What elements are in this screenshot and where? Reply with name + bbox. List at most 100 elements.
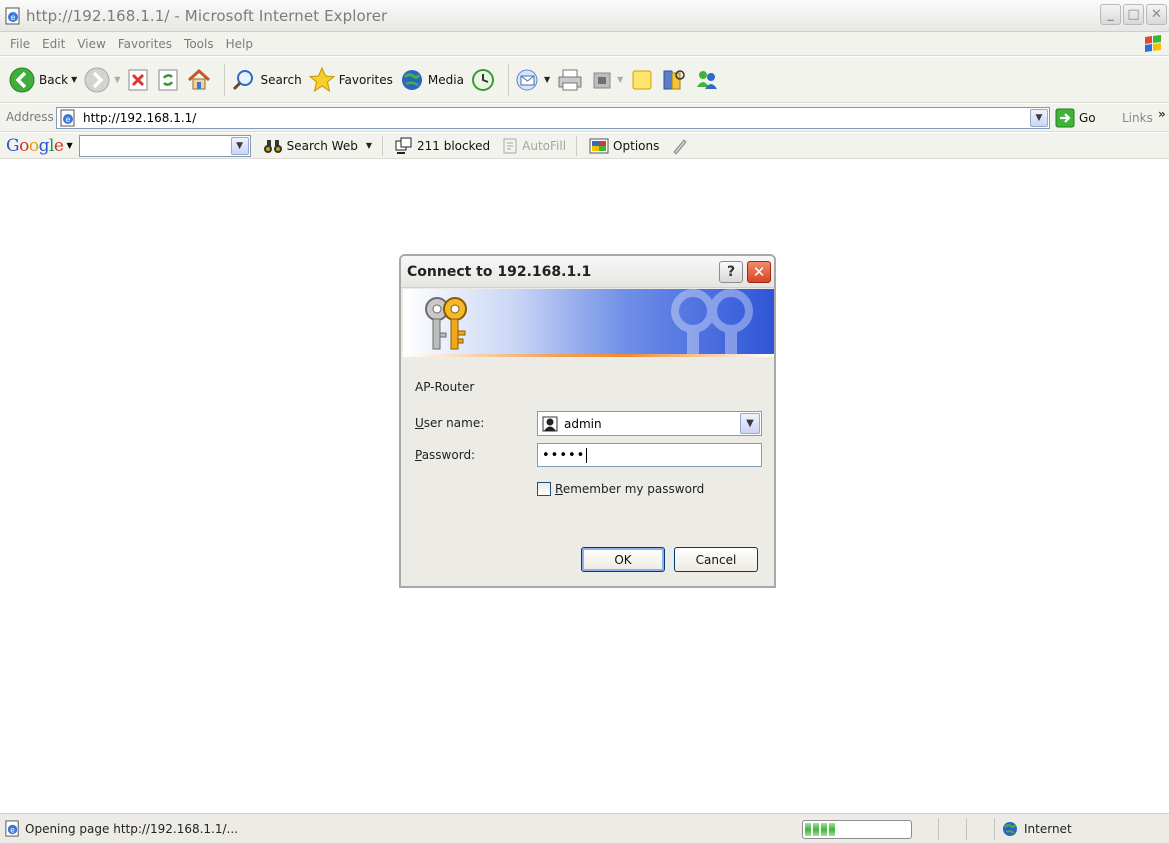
status-separator [938,818,939,840]
go-button[interactable]: Go [1055,108,1096,128]
back-arrow-icon [9,67,35,92]
dialog-title-bar: Connect to 192.168.1.1 ? ✕ [401,256,774,288]
dialog-close-button[interactable]: ✕ [747,261,771,283]
mail-icon [516,69,538,90]
menu-help[interactable]: Help [226,37,253,51]
menu-tools[interactable]: Tools [184,37,214,51]
back-dropdown-icon[interactable]: ▼ [71,75,77,84]
address-url: http://192.168.1.1/ [83,111,197,125]
messenger-icon [697,70,718,89]
home-button[interactable] [186,63,212,97]
toolbar-separator [576,135,578,156]
google-search-dropdown-icon[interactable]: ▼ [230,136,249,155]
autofill-button[interactable]: AutoFill [502,137,566,155]
ie-page-icon: e [5,7,20,24]
research-button[interactable] [661,63,687,97]
menu-favorites[interactable]: Favorites [118,37,172,51]
options-label: Options [613,138,660,153]
refresh-icon [158,69,178,90]
history-icon [471,68,494,91]
help-button[interactable]: ? [719,261,743,283]
toolbar-separator [382,135,383,156]
username-dropdown-icon[interactable]: ▼ [740,413,760,434]
remember-password-checkbox[interactable]: Remember my password [537,482,704,496]
user-icon [542,416,558,431]
menu-view[interactable]: View [77,37,105,51]
security-zone[interactable]: Internet [1002,821,1072,837]
window-title: http://192.168.1.1/ - Microsoft Internet… [26,6,388,25]
search-label: Search [260,72,302,87]
close-window-button[interactable]: ✕ [1146,4,1167,25]
favorites-button[interactable]: Favorites [308,63,393,97]
toolbar-separator [507,63,509,96]
address-dropdown-icon[interactable]: ▼ [1030,109,1048,127]
forward-button[interactable]: ▼ [83,63,120,97]
progress-segment [829,823,835,836]
media-button[interactable]: Media [399,63,464,97]
stop-button[interactable] [126,63,150,97]
maximize-button[interactable]: □ [1123,4,1144,25]
autofill-label: AutoFill [522,138,567,153]
menu-bar: File Edit View Favorites Tools Help [0,32,1169,56]
ie-page-icon: e [5,820,19,837]
address-input[interactable]: e http://192.168.1.1/ ▼ [56,107,1050,129]
google-menu-dropdown-icon[interactable]: ▼ [66,141,72,150]
address-bar: Address e http://192.168.1.1/ ▼ Go Links… [0,104,1169,132]
research-icon [663,69,686,89]
discuss-button[interactable] [629,63,655,97]
zone-label: Internet [1024,822,1072,836]
menu-file[interactable]: File [10,37,30,51]
google-search-input[interactable]: ▼ [78,134,251,157]
star-icon [308,66,335,92]
search-web-dropdown-icon[interactable]: ▼ [366,141,372,150]
back-button[interactable]: Back ▼ [8,63,77,97]
maximize-icon: □ [1127,7,1140,22]
forward-dropdown-icon[interactable]: ▼ [114,75,120,84]
edit-dropdown-icon[interactable]: ▼ [617,75,623,84]
mail-dropdown-icon[interactable]: ▼ [544,75,550,84]
address-label: Address [6,110,54,124]
options-button[interactable]: Options [589,137,659,155]
menu-edit[interactable]: Edit [42,37,65,51]
refresh-button[interactable] [156,63,180,97]
progress-segment [805,823,811,836]
mail-button[interactable]: ▼ [515,63,550,97]
print-button[interactable] [556,63,584,97]
checkbox-box[interactable] [537,482,551,496]
google-toolbar: Google ▼ ▼ Search Web ▼ 211 blocked Auto… [0,133,1169,159]
popup-blocker-icon [395,137,412,154]
highlight-button[interactable] [671,137,689,155]
minimize-icon: _ [1107,7,1114,22]
back-label: Back [39,72,69,87]
links-chevron-icon[interactable]: » [1158,107,1166,121]
keys-icon [425,297,467,350]
search-button[interactable]: Search [231,63,302,97]
autofill-icon [503,138,517,153]
svg-text:e: e [66,115,71,124]
options-icon [589,138,609,153]
windows-logo-icon [1141,33,1165,55]
cancel-button[interactable]: Cancel [674,547,758,572]
close-icon: ✕ [1151,7,1162,22]
history-button[interactable] [470,63,496,97]
printer-icon [558,69,582,90]
status-text: Opening page http://192.168.1.1/... [25,822,238,836]
forward-arrow-icon [84,67,110,92]
search-web-button[interactable]: Search Web ▼ [263,137,372,155]
minimize-button[interactable]: _ [1100,4,1121,25]
edit-button[interactable]: ▼ [590,63,623,97]
edit-page-icon [593,72,611,88]
google-logo[interactable]: Google [6,136,64,156]
ok-button[interactable]: OK [581,547,665,572]
links-button[interactable]: Links [1122,111,1153,125]
connect-dialog: Connect to 192.168.1.1 ? ✕ AP-Router Use… [399,254,776,588]
password-field[interactable]: ••••• [537,443,762,467]
username-value: admin [564,416,602,431]
username-combobox[interactable]: admin ▼ [537,411,762,436]
progress-segment [821,823,827,836]
media-globe-icon [401,69,422,90]
go-label: Go [1079,111,1096,125]
messenger-button[interactable] [693,63,721,97]
popup-blocker-button[interactable]: 211 blocked [395,137,490,155]
progress-segment [813,823,819,836]
